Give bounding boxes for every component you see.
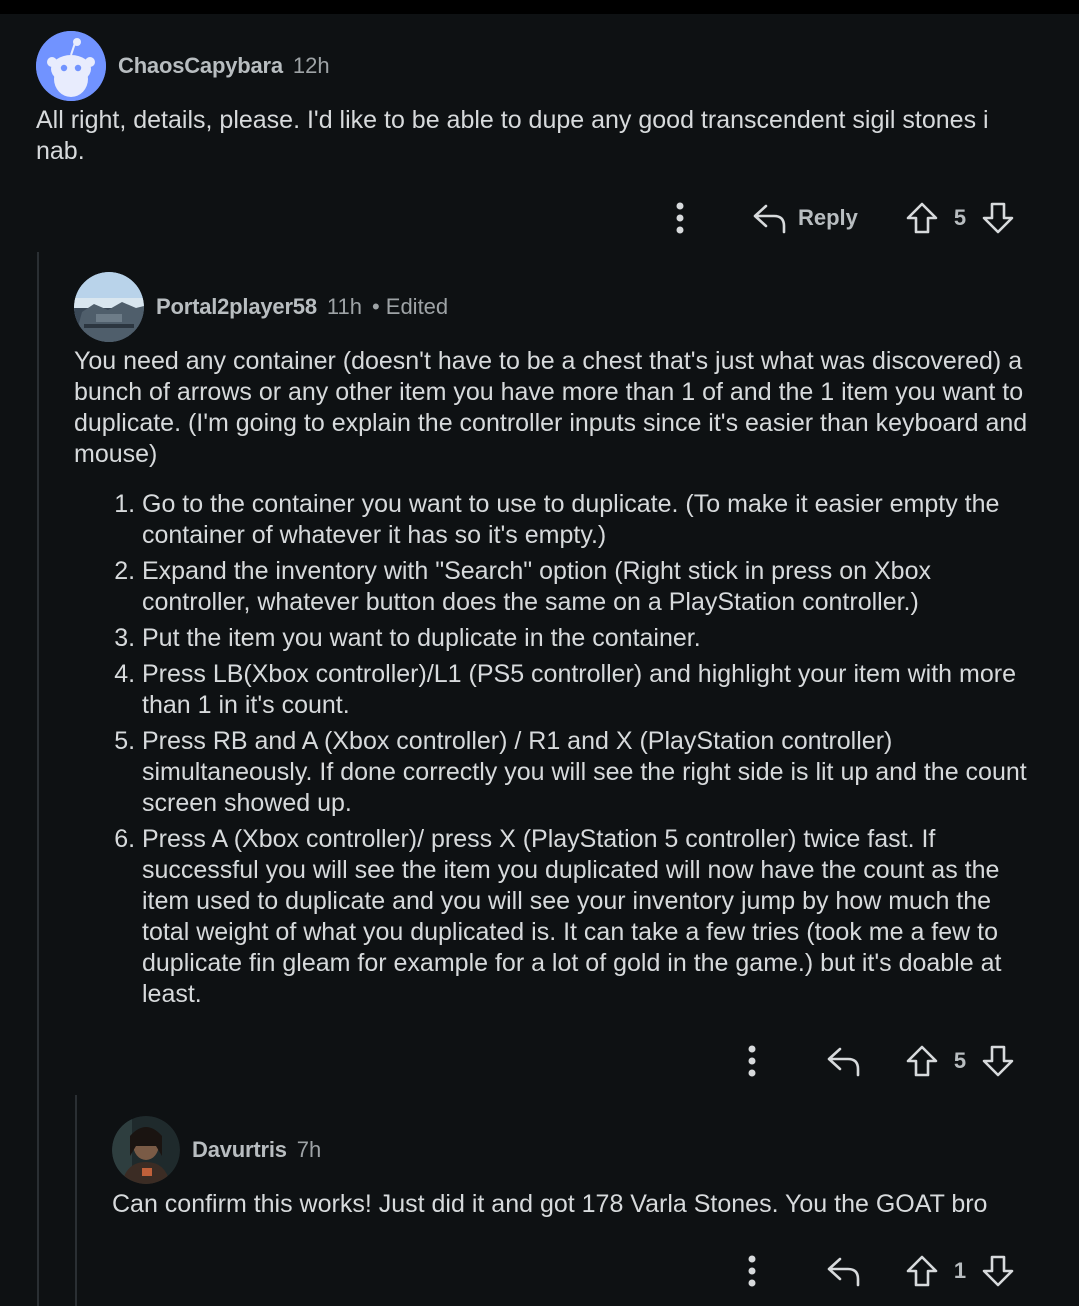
reply-button[interactable] [824, 1251, 864, 1291]
landscape-avatar-icon [74, 272, 144, 342]
comment-header: ChaosCapybara 12h [36, 31, 330, 101]
list-item: Press A (Xbox controller)/ press X (Play… [142, 824, 1044, 1010]
list-item: Expand the inventory with "Search" optio… [142, 556, 1044, 618]
downvote-icon [982, 1045, 1014, 1077]
portrait-avatar-icon [112, 1116, 180, 1184]
edited-label: • Edited [371, 294, 449, 319]
comment-age: 7h [296, 1137, 322, 1162]
comment-actions: 5 [0, 1041, 1079, 1081]
upvote-icon [906, 1255, 938, 1287]
user-avatar[interactable] [36, 31, 106, 101]
user-avatar[interactable] [112, 1116, 180, 1184]
upvote-button[interactable] [904, 1041, 940, 1081]
downvote-icon [982, 202, 1014, 234]
more-options-icon [748, 1255, 756, 1287]
score-value: 5 [953, 1048, 967, 1073]
downvote-button[interactable] [980, 198, 1016, 238]
reply-arrow-icon [827, 1257, 860, 1287]
more-options-button[interactable] [737, 1251, 767, 1291]
more-options-icon [748, 1045, 756, 1077]
comment-body: Can confirm this works! Just did it and … [112, 1190, 988, 1218]
comment-age: 12h [292, 53, 330, 78]
reply-button[interactable] [824, 1041, 864, 1081]
comment-actions: Reply 5 [0, 198, 1079, 238]
comment-intro: You need any container (doesn't have to … [74, 347, 1028, 468]
list-item: Go to the container you want to use to d… [142, 489, 1044, 551]
reply-arrow-icon [753, 204, 786, 234]
more-options-icon [676, 202, 684, 234]
user-avatar[interactable] [74, 272, 144, 342]
upvote-button[interactable] [904, 1251, 940, 1291]
reply-label: Reply [798, 205, 858, 230]
username[interactable]: ChaosCapybara [118, 53, 283, 79]
username[interactable]: Davurtris [192, 1137, 287, 1163]
upvote-icon [906, 202, 938, 234]
comment-age: 11h [326, 294, 362, 319]
list-item: Press RB and A (Xbox controller) / R1 an… [142, 726, 1044, 819]
more-options-button[interactable] [665, 198, 695, 238]
score-value: 5 [953, 205, 967, 230]
downvote-button[interactable] [980, 1041, 1016, 1081]
more-options-button[interactable] [737, 1041, 767, 1081]
comment-header: Davurtris 7h [112, 1116, 321, 1184]
comment-actions: 1 [0, 1251, 1079, 1291]
comment-portal2player58: Portal2player58 11h • Edited You need an… [0, 260, 1079, 1090]
reply-button[interactable]: Reply [752, 198, 864, 238]
comment-chaoscapybara: ChaosCapybara 12h All right, details, pl… [0, 0, 1079, 250]
list-item: Put the item you want to duplicate in th… [142, 623, 1044, 654]
upvote-button[interactable] [904, 198, 940, 238]
reply-arrow-icon [827, 1047, 860, 1077]
comment-davurtris: Davurtris 7h Can confirm this works! Jus… [0, 1105, 1079, 1306]
downvote-button[interactable] [980, 1251, 1016, 1291]
upvote-icon [906, 1045, 938, 1077]
username[interactable]: Portal2player58 [156, 294, 317, 320]
snoo-avatar-icon [36, 31, 106, 101]
downvote-icon [982, 1255, 1014, 1287]
vote-score: 5 [946, 1041, 974, 1081]
steps-list: Go to the container you want to use to d… [74, 489, 1044, 1015]
score-value: 1 [953, 1258, 967, 1283]
vote-score: 5 [946, 198, 974, 238]
comment-header: Portal2player58 11h • Edited [74, 272, 448, 342]
comment-body: All right, details, please. I'd like to … [36, 106, 989, 165]
vote-score: 1 [946, 1251, 974, 1291]
list-item: Press LB(Xbox controller)/L1 (PS5 contro… [142, 659, 1044, 721]
